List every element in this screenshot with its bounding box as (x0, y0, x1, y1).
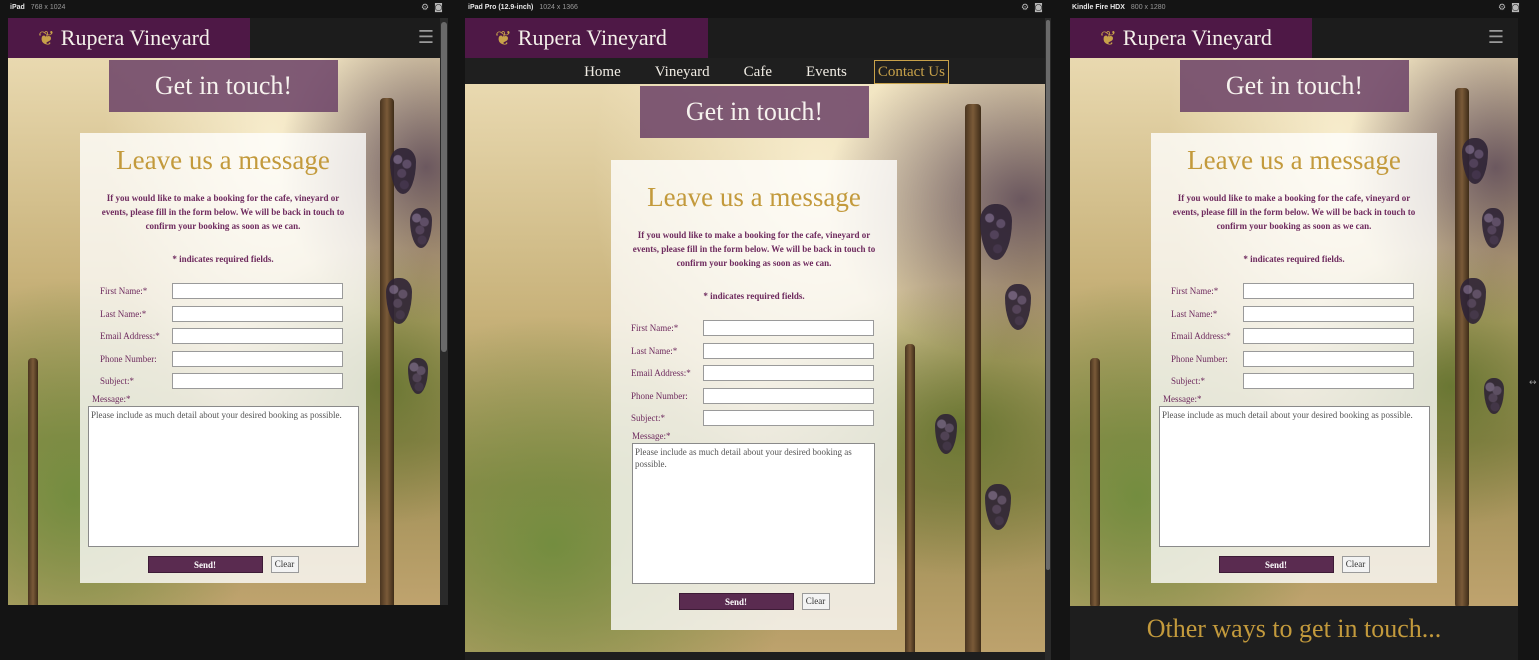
contact-form-card: Leave us a message If you would like to … (611, 160, 897, 630)
subject-input[interactable] (703, 410, 874, 427)
first-name-label: First Name:* (631, 323, 679, 334)
resize-handle-icon[interactable]: ↔ (1529, 378, 1537, 388)
required-note: * indicates required fields. (172, 254, 274, 264)
settings-icon[interactable]: ⚙ (1021, 3, 1029, 13)
first-name-label: First Name:* (1171, 286, 1219, 297)
contact-form-card: Leave us a message If you would like to … (1151, 133, 1437, 583)
brand[interactable]: ❦ Rupera Vineyard (8, 18, 250, 58)
nav-vineyard[interactable]: Vineyard (638, 60, 727, 84)
contact-form-card: Leave us a message If you would like to … (80, 133, 366, 583)
required-note: * indicates required fields. (1243, 254, 1345, 264)
site-navbar: ❦ Rupera Vineyard ☰ (1070, 18, 1518, 58)
form-intro: If you would like to make a booking for … (101, 193, 345, 231)
message-textarea[interactable]: Please include as much detail about your… (1159, 405, 1430, 547)
subject-label: Subject:* (631, 413, 665, 424)
last-name-label: Last Name:* (100, 308, 147, 319)
device-label-ipad: iPad 768 x 1024 (10, 4, 66, 11)
scrollbar[interactable] (1045, 18, 1051, 660)
message-label: Message:* (1163, 393, 1202, 404)
first-name-input[interactable] (1243, 283, 1414, 300)
site-navbar: ❦ Rupera Vineyard ☰ (8, 18, 448, 58)
hamburger-menu-icon[interactable]: ☰ (418, 27, 434, 48)
screenshot-icon[interactable]: ◙ (1511, 3, 1520, 13)
brand-name: Rupera Vineyard (60, 25, 210, 50)
subject-label: Subject:* (100, 376, 134, 387)
page-title: Get in touch! (109, 60, 338, 112)
last-name-label: Last Name:* (1171, 308, 1218, 319)
device-label-ipad-pro: iPad Pro (12.9-inch) 1024 x 1366 (468, 4, 578, 11)
page-title: Get in touch! (640, 86, 869, 138)
first-name-input[interactable] (172, 283, 343, 300)
email-input[interactable] (1243, 328, 1414, 345)
subject-input[interactable] (1243, 373, 1414, 390)
message-textarea[interactable]: Please include as much detail about your… (88, 405, 359, 547)
device-toolbar-ipad: ⚙ ◙ (416, 3, 443, 13)
nav-home[interactable]: Home (567, 60, 638, 84)
phone-label: Phone Number: (100, 353, 157, 364)
device-label-kindle: Kindle Fire HDX 800 x 1280 (1072, 4, 1166, 11)
screenshot-icon[interactable]: ◙ (1034, 3, 1043, 13)
nav-cafe[interactable]: Cafe (727, 60, 789, 84)
settings-icon[interactable]: ⚙ (421, 3, 429, 13)
send-button[interactable]: Send! (678, 592, 794, 610)
brand-name: Rupera Vineyard (1122, 25, 1272, 50)
grape-logo-icon: ❦ (1100, 26, 1117, 50)
email-input[interactable] (172, 328, 343, 345)
send-button[interactable]: Send! (1218, 555, 1334, 573)
form-intro: If you would like to make a booking for … (1172, 193, 1416, 231)
first-name-input[interactable] (703, 320, 874, 337)
brand[interactable]: ❦ Rupera Vineyard (465, 18, 708, 58)
screenshot-icon[interactable]: ◙ (434, 3, 443, 13)
phone-input[interactable] (172, 350, 343, 367)
last-name-input[interactable] (703, 342, 874, 359)
phone-input[interactable] (1243, 350, 1414, 367)
site-navbar: ❦ Rupera Vineyard (465, 18, 1051, 58)
clear-button[interactable]: Clear (801, 592, 830, 610)
email-label: Email Address:* (631, 368, 691, 379)
message-label: Message:* (92, 393, 131, 404)
subject-label: Subject:* (1171, 376, 1205, 387)
main-menu: Home Vineyard Cafe Events Contact Us (465, 58, 1051, 84)
device-toolbar-ipad-pro: ⚙ ◙ (1016, 3, 1043, 13)
scrollbar-thumb[interactable] (441, 22, 447, 352)
message-textarea[interactable]: Please include as much detail about your… (632, 442, 875, 584)
hamburger-menu-icon[interactable]: ☰ (1488, 27, 1504, 48)
device-frame-ipad: ❦ Rupera Vineyard ☰ Get in touch! Leave … (8, 18, 448, 605)
form-title: Leave us a message (647, 182, 861, 212)
phone-label: Phone Number: (1171, 353, 1228, 364)
email-label: Email Address:* (1171, 331, 1231, 342)
grape-logo-icon: ❦ (38, 26, 55, 50)
device-toolbar-kindle: ⚙ ◙ (1493, 3, 1520, 13)
device-frame-kindle: ❦ Rupera Vineyard ☰ Get in touch! Leave … (1070, 18, 1518, 660)
email-label: Email Address:* (100, 331, 160, 342)
last-name-input[interactable] (172, 305, 343, 322)
grape-logo-icon: ❦ (495, 26, 512, 50)
device-frame-ipad-pro: ❦ Rupera Vineyard Home Vineyard Cafe Eve… (465, 18, 1051, 660)
brand[interactable]: ❦ Rupera Vineyard (1070, 18, 1312, 58)
phone-label: Phone Number: (631, 390, 688, 401)
scrollbar[interactable] (440, 18, 448, 605)
clear-button[interactable]: Clear (1341, 555, 1370, 573)
nav-events[interactable]: Events (789, 60, 864, 84)
email-input[interactable] (703, 365, 874, 382)
form-intro: If you would like to make a booking for … (632, 230, 876, 268)
send-button[interactable]: Send! (147, 555, 263, 573)
clear-button[interactable]: Clear (270, 555, 299, 573)
last-name-input[interactable] (1243, 305, 1414, 322)
nav-contact-us[interactable]: Contact Us (873, 60, 949, 84)
last-name-label: Last Name:* (631, 345, 678, 356)
other-ways-heading: Other ways to get in touch... (1070, 606, 1518, 660)
message-label: Message:* (632, 430, 671, 441)
subject-input[interactable] (172, 373, 343, 390)
required-note: * indicates required fields. (703, 291, 805, 301)
settings-icon[interactable]: ⚙ (1498, 3, 1506, 13)
form-title: Leave us a message (116, 145, 330, 175)
page-title: Get in touch! (1180, 60, 1409, 112)
brand-name: Rupera Vineyard (517, 25, 667, 50)
phone-input[interactable] (703, 387, 874, 404)
scrollbar-thumb[interactable] (1046, 20, 1050, 570)
form-title: Leave us a message (1187, 145, 1401, 175)
first-name-label: First Name:* (100, 286, 148, 297)
